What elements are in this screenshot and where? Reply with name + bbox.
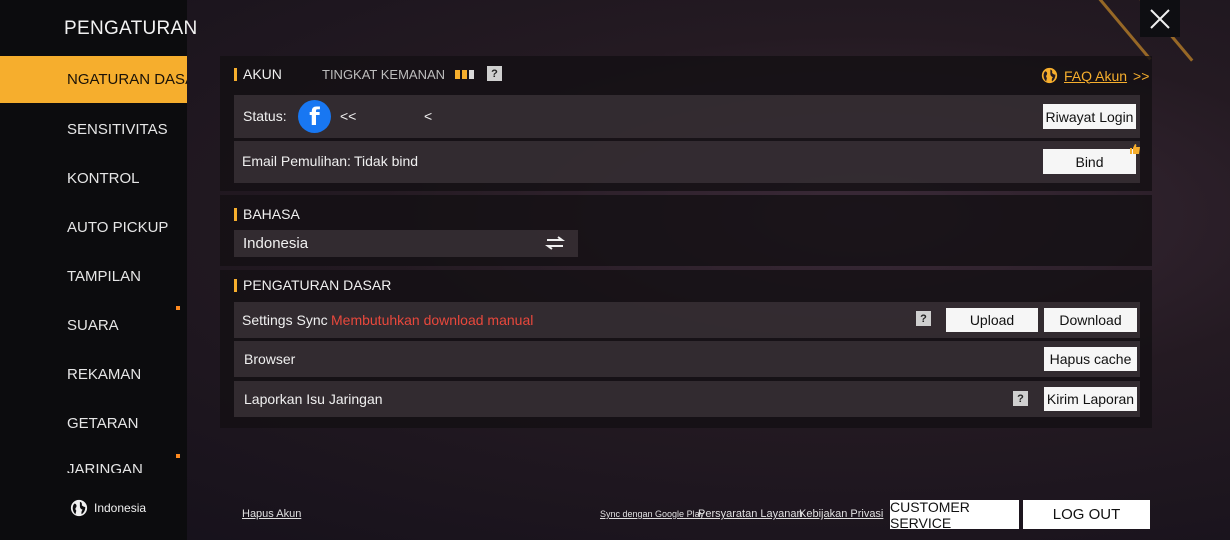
language-selector[interactable]: Indonesia — [70, 499, 146, 517]
report-help-icon[interactable]: ? — [1013, 391, 1028, 406]
browser-label: Browser — [244, 351, 296, 367]
basic-settings-header: PENGATURAN DASAR — [234, 277, 391, 293]
status-value: << — [340, 108, 357, 124]
upload-button[interactable]: Upload — [946, 308, 1038, 332]
language-label: Indonesia — [94, 501, 147, 515]
report-network-label: Laporkan Isu Jaringan — [244, 391, 383, 407]
sidebar-item-sensitivity[interactable]: SENSITIVITAS — [0, 106, 187, 153]
notification-dot — [176, 454, 180, 458]
basic-settings-title: PENGATURAN DASAR — [243, 277, 392, 293]
faq-label: FAQ Akun — [1064, 67, 1128, 84]
status-label: Status: — [243, 108, 287, 124]
sidebar-item-sound[interactable]: SUARA — [0, 302, 187, 349]
security-pip — [462, 70, 468, 79]
globe-icon — [70, 499, 88, 517]
security-label: TINGKAT KEMANAN — [322, 67, 446, 82]
close-icon — [1150, 8, 1170, 29]
sync-help-icon[interactable]: ? — [916, 311, 931, 326]
sidebar-item-auto-pickup[interactable]: AUTO PICKUP — [0, 204, 187, 251]
section-marker — [234, 278, 237, 292]
notification-dot — [176, 306, 180, 310]
sidebar-title: PENGATURAN — [64, 18, 198, 39]
swap-icon[interactable] — [545, 236, 565, 250]
thumbs-up-icon — [1130, 144, 1140, 154]
sidebar-item-display[interactable]: TAMPILAN — [0, 253, 187, 300]
chevron-right-icon: >> — [1133, 67, 1150, 84]
security-pip — [455, 70, 461, 79]
sidebar-item-vibration[interactable]: GETARAN — [0, 400, 187, 447]
section-marker — [234, 67, 237, 81]
google-play-sync-link[interactable]: Sync dengan Google Play — [600, 509, 704, 519]
close-button[interactable] — [1140, 0, 1180, 37]
login-history-button[interactable]: Riwayat Login — [1043, 104, 1136, 129]
clear-cache-button[interactable]: Hapus cache — [1044, 347, 1137, 371]
privacy-link[interactable]: Kebijakan Privasi — [799, 508, 883, 520]
sidebar: PENGATURAN NGATURAN DASA SENSITIVITAS KO… — [0, 0, 197, 540]
browser-row — [234, 341, 1140, 377]
sidebar-item-basic-settings[interactable]: NGATURAN DASA — [0, 56, 187, 103]
faq-account-link[interactable]: FAQ Akun >> — [1041, 67, 1149, 84]
facebook-icon: f — [298, 100, 331, 133]
globe-icon — [1041, 67, 1058, 84]
status-row — [234, 95, 1140, 138]
terms-link[interactable]: Persyaratan Layanan — [698, 508, 803, 520]
security-help-icon[interactable]: ? — [487, 66, 502, 81]
email-label: Email Pemulihan: — [242, 153, 351, 169]
security-pips — [455, 70, 475, 79]
sidebar-item-recording[interactable]: REKAMAN — [0, 351, 187, 398]
security-pip — [469, 70, 475, 79]
delete-account-link[interactable]: Hapus Akun — [242, 508, 301, 520]
bind-button[interactable]: Bind — [1043, 149, 1136, 174]
settings-sync-label: Settings Sync — [242, 312, 328, 328]
language-header: BAHASA — [234, 206, 300, 222]
send-report-button[interactable]: Kirim Laporan — [1044, 387, 1137, 411]
security-level: TINGKAT KEMANAN — [322, 67, 475, 82]
email-value: Tidak bind — [354, 153, 419, 169]
account-title: AKUN — [243, 66, 282, 82]
customer-service-button[interactable]: CUSTOMER SERVICE — [890, 499, 1019, 531]
language-title: BAHASA — [243, 206, 300, 222]
sidebar-item-network[interactable]: JARINGAN — [0, 446, 187, 473]
settings-sync-warning: Membutuhkan download manual — [331, 312, 534, 328]
section-marker — [234, 207, 237, 221]
sidebar-item-controls[interactable]: KONTROL — [0, 155, 187, 202]
download-button[interactable]: Download — [1044, 308, 1137, 332]
logout-button[interactable]: LOG OUT — [1023, 500, 1150, 529]
status-value: < — [424, 108, 433, 124]
language-value: Indonesia — [243, 235, 309, 252]
account-header: AKUN — [234, 66, 282, 82]
